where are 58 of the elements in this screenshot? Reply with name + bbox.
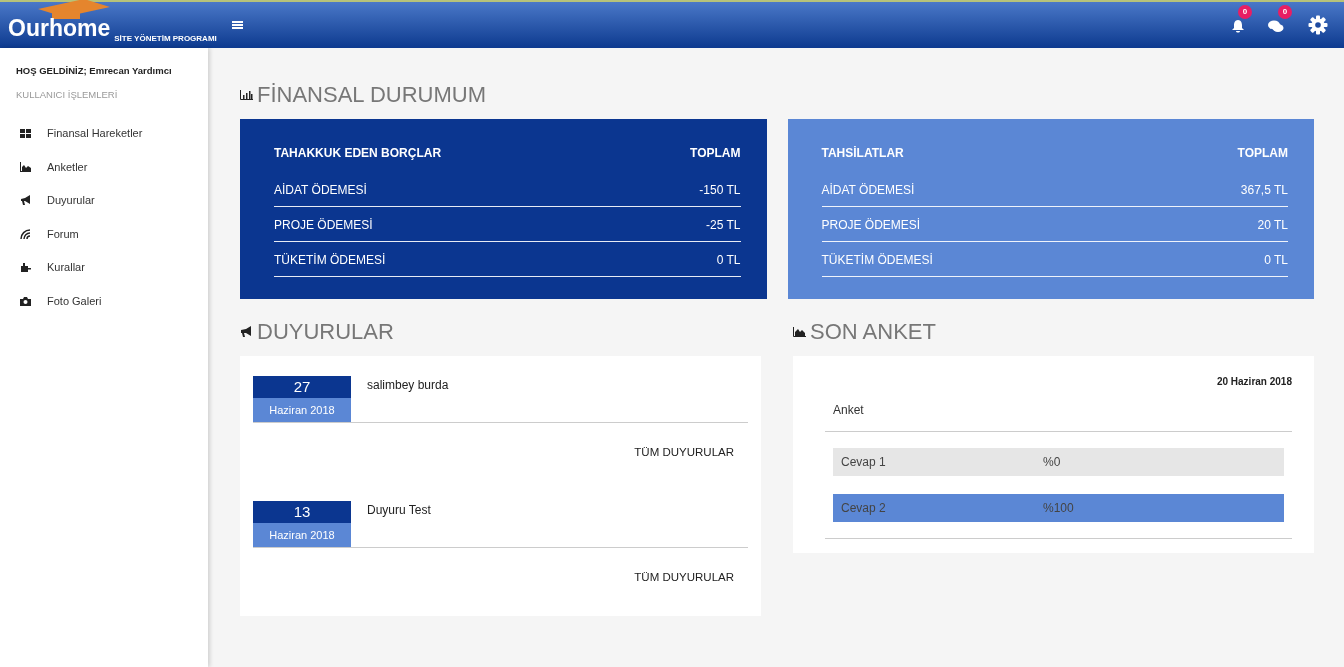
section-title: DUYURULAR bbox=[257, 318, 394, 346]
sidebar-item[interactable]: Forum bbox=[16, 217, 192, 251]
menu-icon[interactable] bbox=[232, 20, 243, 30]
column-header: TOPLAM bbox=[690, 145, 741, 162]
notification-count: 0 bbox=[1238, 5, 1252, 19]
signal-arcs-icon bbox=[20, 228, 31, 239]
poll-answer-label: Cevap 1 bbox=[840, 454, 887, 471]
section-title: SON ANKET bbox=[810, 318, 936, 346]
building-icon bbox=[20, 262, 31, 273]
date-month: Haziran 2018 bbox=[253, 398, 351, 422]
table-cell-text: -25 TL bbox=[706, 217, 741, 232]
poll-answer-label: Cevap 2 bbox=[840, 500, 887, 517]
section-title: FİNANSAL DURUMUM bbox=[257, 81, 486, 109]
table-cell-text: AİDAT ÖDEMESİ bbox=[821, 182, 915, 197]
date-day: 27 bbox=[253, 376, 351, 398]
poll-date: 20 Haziran 2018 bbox=[1215, 375, 1292, 389]
table-cell-text: AİDAT ÖDEMESİ bbox=[274, 182, 367, 197]
sidebar-item[interactable]: Finansal Hareketler bbox=[16, 116, 192, 150]
settings-icon[interactable] bbox=[1308, 15, 1328, 35]
sidebar-item[interactable]: Kurallar bbox=[16, 250, 192, 284]
section-heading: KULLANICI İŞLEMLERİ bbox=[16, 88, 119, 103]
sidebar-item[interactable]: Foto Galeri bbox=[16, 284, 192, 318]
area-chart-icon bbox=[793, 326, 806, 337]
chat-bubbles-icon[interactable] bbox=[1268, 18, 1284, 33]
table-cell-text: TÜKETİM ÖDEMESİ bbox=[274, 252, 386, 267]
welcome-text: HOŞ GELDİNİZ; Emrecan Yardımcı bbox=[16, 64, 173, 78]
bell-icon[interactable] bbox=[1232, 18, 1244, 33]
all-announcements-link[interactable]: TÜM DUYURULAR bbox=[628, 443, 740, 463]
table-cell-text: PROJE ÖDEMESİ bbox=[821, 217, 921, 232]
table-cell-text: -150 TL bbox=[699, 182, 741, 197]
date-day: 13 bbox=[253, 501, 351, 523]
poll-percent: %0 bbox=[1043, 454, 1061, 471]
poll-answer-bar[interactable]: Cevap 1 %0 bbox=[833, 448, 1284, 476]
date-month: Haziran 2018 bbox=[253, 523, 351, 547]
table-cell-text: PROJE ÖDEMESİ bbox=[274, 217, 373, 232]
sidebar-item[interactable]: Anketler bbox=[16, 150, 192, 184]
logo-tagline: SİTE YÖNETİM PROGRAMI bbox=[114, 33, 217, 46]
column-header: TAHSİLATLAR bbox=[821, 145, 904, 162]
poll-question: Anket bbox=[833, 403, 864, 417]
grid-icon bbox=[20, 128, 31, 139]
column-header: TAHAKKUK EDEN BORÇLAR bbox=[274, 145, 442, 162]
bar-chart-icon bbox=[240, 89, 253, 100]
announcement-text: Duyuru Test bbox=[367, 502, 431, 519]
table-cell-text: 0 TL bbox=[1264, 252, 1288, 267]
message-count: 0 bbox=[1278, 5, 1292, 19]
column-header: TOPLAM bbox=[1237, 145, 1288, 162]
table-cell-text: 20 TL bbox=[1257, 217, 1288, 232]
megaphone-icon bbox=[20, 195, 31, 206]
poll-percent: %100 bbox=[1043, 500, 1074, 517]
area-chart-icon bbox=[20, 161, 31, 172]
table-cell-text: 0 TL bbox=[716, 252, 741, 267]
megaphone-icon bbox=[240, 326, 253, 337]
table-cell-text: 367,5 TL bbox=[1240, 182, 1288, 197]
announcement-text: salimbey burda bbox=[367, 377, 449, 394]
all-announcements-link[interactable]: TÜM DUYURULAR bbox=[628, 568, 740, 588]
sidebar-item[interactable]: Duyurular bbox=[16, 183, 192, 217]
table-cell-text: TÜKETİM ÖDEMESİ bbox=[821, 252, 933, 267]
camera-icon bbox=[20, 295, 31, 306]
